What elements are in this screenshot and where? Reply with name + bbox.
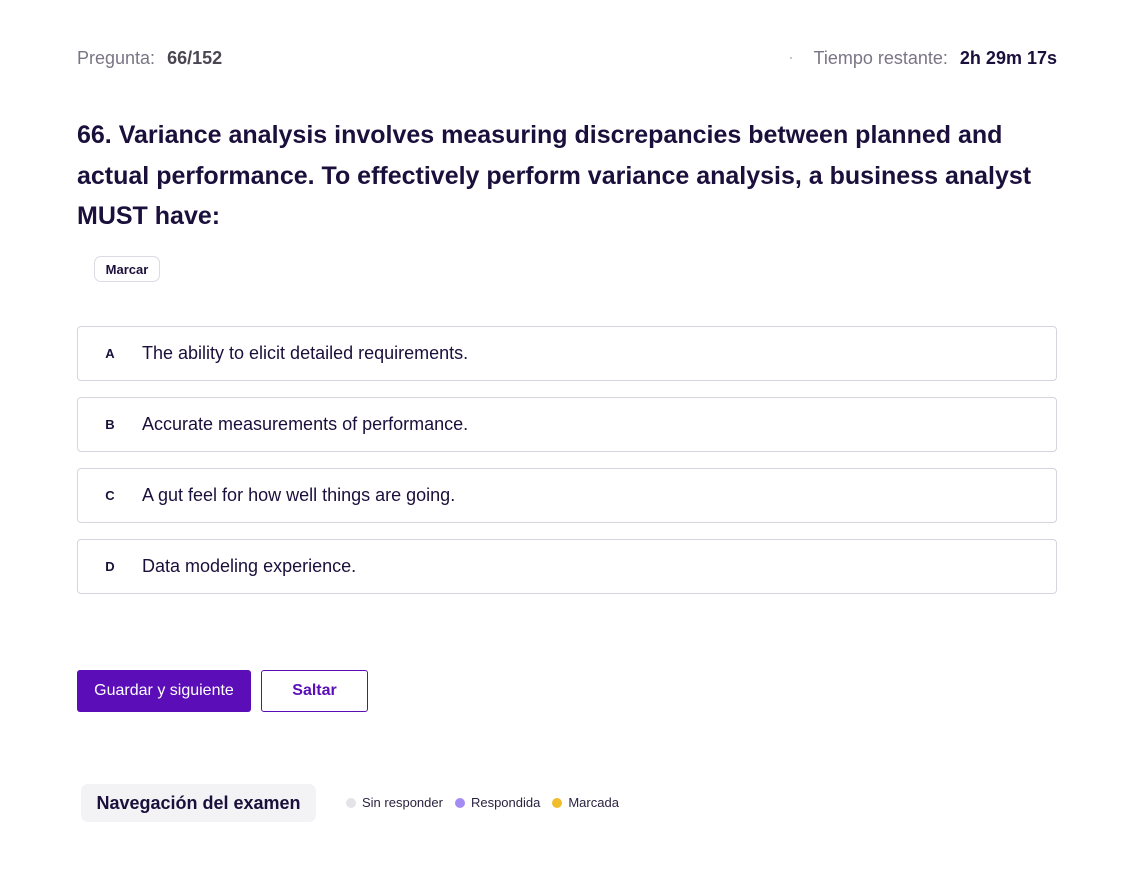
- save-and-next-button[interactable]: Guardar y siguiente: [77, 670, 251, 712]
- question-text: 66. Variance analysis involves measuring…: [77, 121, 1032, 230]
- option-letter: B: [105, 417, 115, 432]
- timer: Tiempo restante: 2h 29m 17s: [789, 47, 1057, 69]
- option-text: Accurate measurements of performance.: [142, 414, 469, 434]
- timer-value: 2h 29m 17s: [959, 47, 1057, 68]
- flagged-dot-icon: [552, 797, 563, 808]
- legend-label: Respondida: [470, 795, 541, 810]
- legend-flagged: Marcada: [552, 795, 619, 810]
- skip-button[interactable]: Saltar: [261, 670, 368, 712]
- timer-label: Tiempo restante:: [813, 47, 948, 68]
- answer-options: A The ability to elicit detailed require…: [77, 326, 1057, 610]
- question-counter: Pregunta: 66/152: [77, 48, 222, 69]
- option-text: Data modeling experience.: [142, 556, 357, 576]
- option-letter: A: [105, 346, 115, 361]
- legend-label: Sin responder: [362, 795, 443, 810]
- navigation-legend: Sin responder Respondida Marcada: [346, 795, 631, 810]
- unanswered-dot-icon: [346, 797, 356, 808]
- option-d[interactable]: D Data modeling experience.: [77, 539, 1057, 594]
- option-b[interactable]: B Accurate measurements of performance.: [77, 397, 1057, 452]
- question-counter-value: 66/152: [167, 47, 223, 68]
- option-c[interactable]: C A gut feel for how well things are goi…: [77, 468, 1057, 523]
- legend-unanswered: Sin responder: [346, 795, 443, 810]
- answered-dot-icon: [454, 797, 465, 808]
- exam-header: Pregunta: 66/152 Tiempo restante: 2h 29m …: [77, 44, 1057, 72]
- question-counter-label: Pregunta:: [77, 47, 156, 68]
- flag-question-button[interactable]: Marcar: [94, 256, 160, 282]
- option-letter: C: [105, 488, 115, 503]
- timer-dot-icon: [789, 57, 792, 59]
- option-text: The ability to elicit detailed requireme…: [142, 343, 469, 363]
- legend-label: Marcada: [568, 795, 619, 810]
- option-a[interactable]: A The ability to elicit detailed require…: [77, 326, 1057, 381]
- option-text: A gut feel for how well things are going…: [142, 485, 456, 505]
- option-letter: D: [105, 559, 115, 574]
- exam-navigation-title[interactable]: Navegación del examen: [81, 784, 316, 822]
- legend-answered: Respondida: [454, 795, 541, 810]
